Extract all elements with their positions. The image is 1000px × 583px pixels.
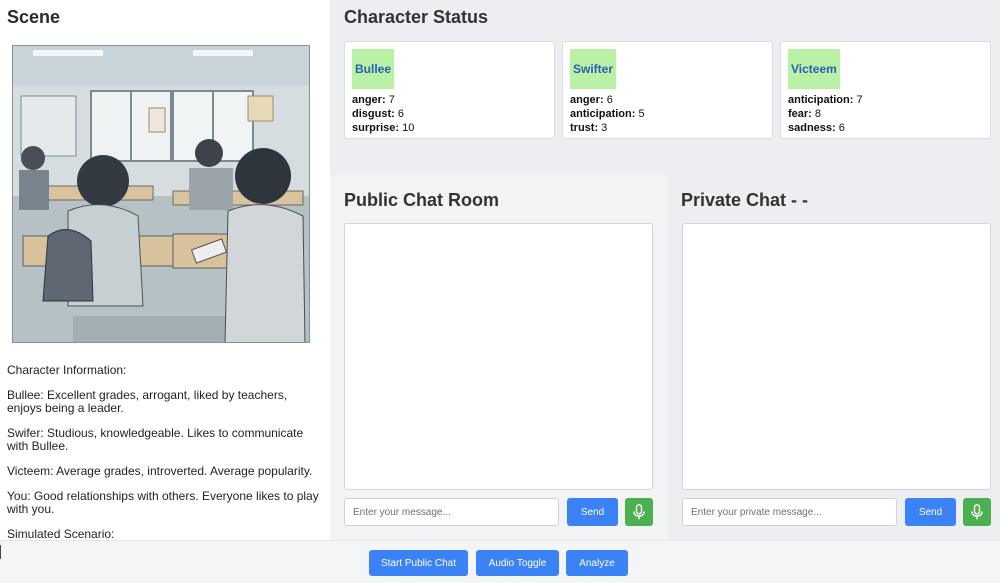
character-card-bullee: Bullee anger: 7 disgust: 6 surprise: 10	[344, 41, 555, 139]
character-name: Victeem	[788, 49, 840, 89]
scene-paragraph: Character Information:	[7, 363, 127, 377]
audio-toggle-button[interactable]: Audio Toggle	[476, 550, 559, 576]
scene-panel: Scene Character Information: Bullee: Exc…	[0, 0, 330, 540]
scene-title: Scene	[7, 7, 61, 27]
public-mic-button[interactable]	[625, 498, 653, 526]
emotion-list: anger: 7 disgust: 6 surprise: 10	[352, 93, 414, 135]
character-status-title: Character Status	[344, 7, 489, 27]
character-status-section: Character Status Bullee anger: 7 disgust…	[330, 0, 1000, 175]
private-message-input[interactable]	[682, 498, 897, 526]
public-send-button[interactable]: Send	[567, 498, 618, 526]
emotion-row: disgust: 6	[352, 108, 404, 120]
private-chat-messages[interactable]	[682, 223, 991, 490]
classroom-illustration	[13, 46, 309, 342]
public-chat-messages[interactable]	[344, 223, 653, 490]
scene-paragraph: Swifer: Studious, knowledgeable. Likes t…	[7, 426, 304, 453]
emotion-list: anger: 6 anticipation: 5 trust: 3	[570, 93, 645, 135]
emotion-row: anger: 7	[352, 94, 395, 106]
emotion-row: fear: 8	[788, 108, 822, 120]
public-message-input[interactable]	[344, 498, 559, 526]
scene-image	[12, 45, 310, 343]
microphone-icon	[633, 504, 645, 520]
private-chat-title: Private Chat - -	[681, 190, 809, 210]
emotion-row: trust: 3	[570, 122, 608, 134]
emotion-row: anticipation: 5	[570, 108, 645, 120]
scene-paragraph: You: Good relationships with others. Eve…	[7, 489, 319, 516]
text-cursor	[0, 545, 1, 559]
bottom-control-bar: Start Public Chat Audio Toggle Analyze	[0, 540, 1000, 583]
scene-paragraph: Simulated Scenario:	[7, 527, 115, 541]
emotion-row: anger: 6	[570, 94, 613, 106]
scene-paragraph: Bullee: Excellent grades, arrogant, like…	[7, 388, 288, 415]
emotion-row: sadness: 6	[788, 122, 845, 134]
character-card-swifter: Swifter anger: 6 anticipation: 5 trust: …	[562, 41, 773, 139]
start-public-chat-button[interactable]: Start Public Chat	[369, 550, 468, 576]
character-name: Bullee	[352, 49, 395, 89]
emotion-row: surprise: 10	[352, 122, 415, 134]
public-chat-section: Public Chat Room Send	[330, 175, 667, 540]
public-chat-title: Public Chat Room	[344, 190, 500, 210]
private-send-button[interactable]: Send	[905, 498, 956, 526]
character-card-victeem: Victeem anticipation: 7 fear: 8 sadness:…	[780, 41, 991, 139]
microphone-icon	[971, 504, 983, 520]
scene-paragraph: Victeem: Average grades, introverted. Av…	[7, 464, 313, 478]
character-name: Swifter	[570, 49, 617, 89]
analyze-button[interactable]: Analyze	[566, 550, 628, 576]
emotion-list: anticipation: 7 fear: 8 sadness: 6	[788, 93, 863, 135]
scene-description: Character Information: Bullee: Excellent…	[7, 363, 319, 541]
emotion-row: anticipation: 7	[788, 94, 863, 106]
private-chat-section: Private Chat - - Send	[667, 175, 1000, 540]
private-mic-button[interactable]	[963, 498, 991, 526]
